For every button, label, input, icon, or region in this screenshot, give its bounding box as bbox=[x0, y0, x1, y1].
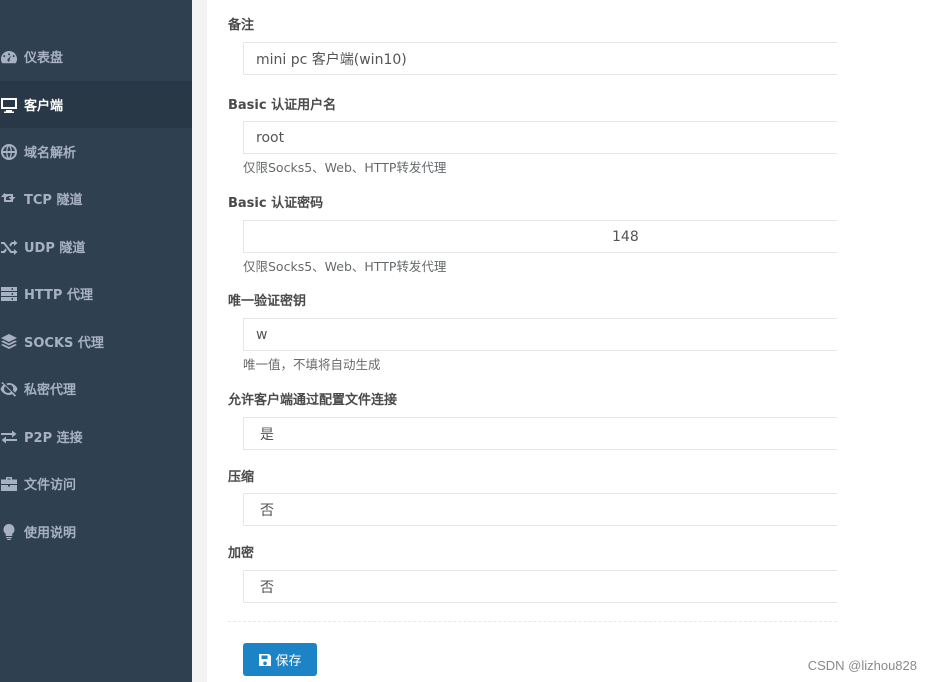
sidebar-item-label: 仪表盘 bbox=[24, 51, 64, 66]
unique-key-label: 唯一验证密钥 bbox=[228, 294, 307, 309]
sidebar-item-label: 文件访问 bbox=[24, 478, 77, 493]
sidebar-item-udp[interactable]: UDP 隧道 bbox=[0, 223, 192, 270]
remark-label: 备注 bbox=[228, 18, 255, 33]
save-button-label: 保存 bbox=[275, 654, 302, 669]
config-connection-select[interactable]: 是 bbox=[243, 417, 837, 450]
server-icon bbox=[0, 285, 20, 303]
dashboard-icon bbox=[0, 48, 20, 66]
sidebar-item-label: P2P 连接 bbox=[24, 431, 83, 446]
basic-username-help: 仅限Socks5、Web、HTTP转发代理 bbox=[243, 160, 447, 175]
basic-password-help: 仅限Socks5、Web、HTTP转发代理 bbox=[243, 259, 447, 274]
sidebar-item-label: UDP 隧道 bbox=[24, 241, 86, 256]
layers-icon bbox=[0, 333, 20, 351]
exchange-icon bbox=[0, 428, 20, 446]
sidebar-item-dashboard[interactable]: 仪表盘 bbox=[0, 33, 192, 80]
client-edit-form: 备注 mini pc 客户端(win10) Basic 认证用户名 root 仅… bbox=[207, 0, 932, 682]
random-icon bbox=[0, 238, 20, 256]
sidebar-item-label: HTTP 代理 bbox=[24, 288, 93, 303]
sidebar-item-p2p[interactable]: P2P 连接 bbox=[0, 413, 192, 460]
compress-label: 压缩 bbox=[228, 470, 255, 485]
sidebar-item-files[interactable]: 文件访问 bbox=[0, 460, 192, 507]
floppy-disk-icon bbox=[259, 653, 272, 666]
crypt-label: 加密 bbox=[228, 546, 255, 561]
basic-username-label: Basic 认证用户名 bbox=[228, 98, 337, 113]
sidebar: 仪表盘 客户端 域名解析 TCP 隧道 UDP 隧道 HTTP 代理 SOCKS… bbox=[0, 0, 192, 682]
desktop-icon bbox=[0, 96, 20, 114]
sidebar-item-label: TCP 隧道 bbox=[24, 193, 83, 208]
unique-key-help: 唯一值，不填将自动生成 bbox=[243, 357, 381, 372]
sidebar-item-label: SOCKS 代理 bbox=[24, 336, 104, 351]
sidebar-item-clients[interactable]: 客户端 bbox=[0, 81, 192, 128]
save-button[interactable]: 保存 bbox=[243, 643, 317, 676]
sidebar-item-http[interactable]: HTTP 代理 bbox=[0, 270, 192, 317]
basic-password-label: Basic 认证密码 bbox=[228, 196, 324, 211]
sidebar-item-label: 客户端 bbox=[24, 99, 64, 114]
lightbulb-icon bbox=[0, 523, 20, 541]
form-divider bbox=[228, 621, 837, 622]
globe-icon bbox=[0, 143, 20, 161]
sidebar-item-tcp[interactable]: TCP 隧道 bbox=[0, 175, 192, 222]
sidebar-item-label: 使用说明 bbox=[24, 526, 77, 541]
briefcase-icon bbox=[0, 475, 20, 493]
sidebar-item-secret[interactable]: 私密代理 bbox=[0, 365, 192, 412]
sidebar-item-domain[interactable]: 域名解析 bbox=[0, 128, 192, 175]
sidebar-item-label: 域名解析 bbox=[24, 146, 77, 161]
compress-select[interactable]: 否 bbox=[243, 493, 837, 526]
crypt-select[interactable]: 否 bbox=[243, 570, 837, 603]
retweet-icon bbox=[0, 190, 20, 208]
remark-input[interactable]: mini pc 客户端(win10) bbox=[243, 42, 837, 75]
basic-password-input[interactable]: 148 bbox=[243, 220, 837, 253]
sidebar-item-help[interactable]: 使用说明 bbox=[0, 508, 192, 555]
basic-username-input[interactable]: root bbox=[243, 121, 837, 154]
sidebar-item-socks[interactable]: SOCKS 代理 bbox=[0, 318, 192, 365]
eye-slash-icon bbox=[0, 380, 20, 398]
watermark: CSDN @lizhou828 bbox=[807, 658, 917, 673]
sidebar-item-label: 私密代理 bbox=[24, 383, 77, 398]
config-connection-label: 允许客户端通过配置文件连接 bbox=[228, 393, 398, 408]
unique-key-input[interactable]: w bbox=[243, 318, 837, 351]
